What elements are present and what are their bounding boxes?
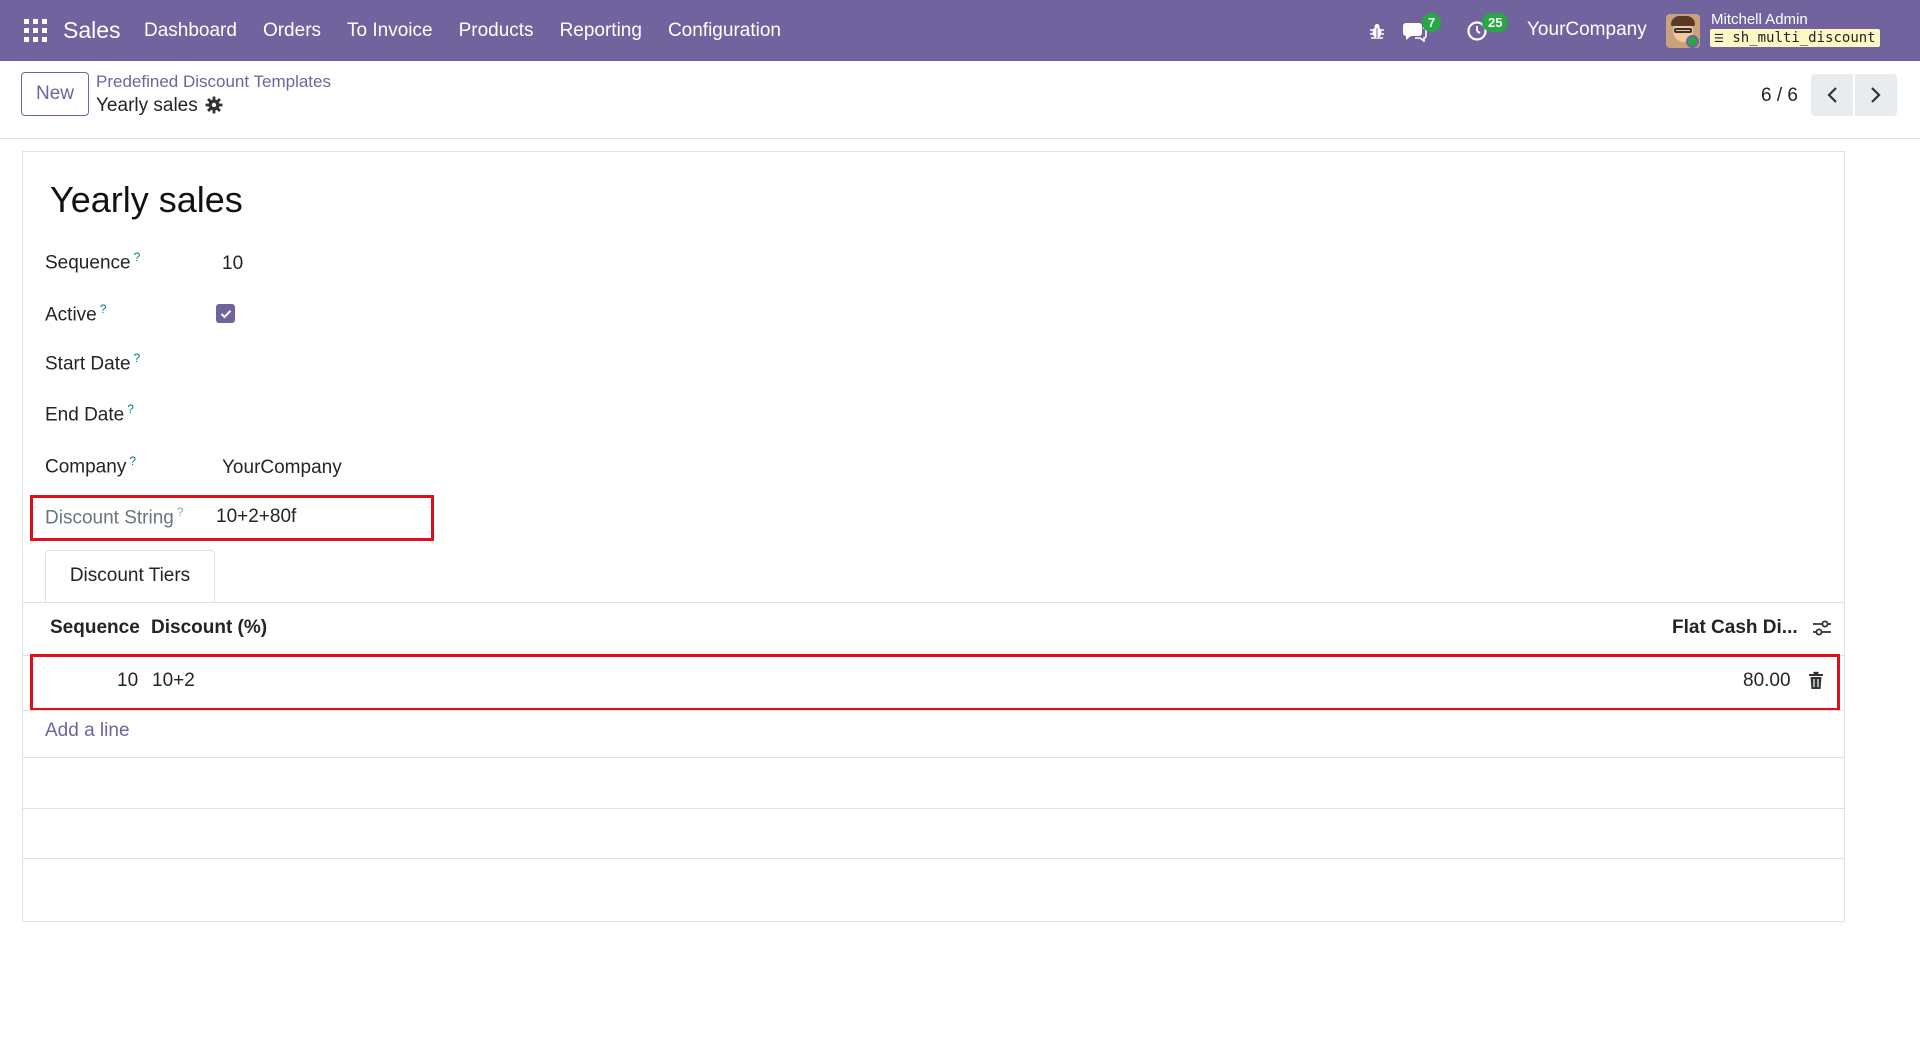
sequence-label: Sequence? [45,250,141,274]
menu-item-reporting[interactable]: Reporting [560,20,642,42]
menu-item-dashboard[interactable]: Dashboard [144,20,237,42]
help-icon[interactable]: ? [127,402,134,416]
database-name: sh_multi_discount [1732,30,1876,46]
bug-icon[interactable] [1368,0,1390,61]
discount-string-field[interactable]: 10+2+80f [216,506,296,528]
tab-divider [23,602,1844,603]
add-line-link[interactable]: Add a line [45,720,130,742]
pager-value[interactable]: 6 / 6 [1761,85,1798,107]
pager-previous-button[interactable] [1811,74,1853,116]
chevron-left-icon [1827,87,1837,103]
database-icon: ☰ [1714,32,1724,45]
record-title[interactable]: Yearly sales [50,179,243,221]
apps-icon[interactable] [24,19,47,42]
top-navbar: Sales Dashboard Orders To Invoice Produc… [0,0,1920,61]
form-sheet: Yearly sales Sequence? 10 Active? Start … [22,151,1845,922]
discount-string-label: Discount String? [45,505,184,529]
control-panel: New Predefined Discount Templates Yearly… [0,61,1920,139]
gear-icon[interactable] [205,96,223,114]
company-field[interactable]: YourCompany [222,457,342,479]
checkmark-icon [220,309,231,318]
user-name[interactable]: Mitchell Admin [1711,11,1808,28]
new-button[interactable]: New [21,72,89,116]
sequence-field[interactable]: 10 [222,253,243,275]
pager-next-button[interactable] [1855,74,1897,116]
row-divider [23,808,1844,809]
menu-item-orders[interactable]: Orders [263,20,321,42]
company-switcher[interactable]: YourCompany [1527,19,1647,41]
menu-item-configuration[interactable]: Configuration [668,20,781,42]
cell-flat-cash[interactable]: 80.00 [1743,670,1791,692]
trash-icon[interactable] [1808,671,1824,690]
main-menu: Dashboard Orders To Invoice Products Rep… [144,0,807,61]
help-icon[interactable]: ? [134,250,141,264]
help-icon[interactable]: ? [100,302,107,316]
cell-sequence[interactable]: 10 [117,670,138,692]
row-divider [23,858,1844,859]
chat-count-badge: 7 [1422,13,1442,32]
online-status-icon [1686,35,1699,48]
end-date-field[interactable] [222,399,522,429]
breadcrumb-current: Yearly sales [96,95,198,116]
column-header-sequence[interactable]: Sequence [50,617,140,639]
app-name[interactable]: Sales [63,17,121,44]
active-label: Active? [45,302,107,326]
activity-count-badge: 25 [1482,13,1509,32]
menu-item-to-invoice[interactable]: To Invoice [347,20,433,42]
start-date-field[interactable] [222,348,522,378]
row-divider [23,757,1844,758]
help-icon[interactable]: ? [129,454,136,468]
database-tag: ☰ sh_multi_discount [1710,29,1880,47]
tab-discount-tiers[interactable]: Discount Tiers [45,550,215,602]
column-header-flat-cash[interactable]: Flat Cash Di... [1672,617,1798,639]
column-settings-icon[interactable] [1812,619,1832,637]
active-checkbox[interactable] [216,304,235,323]
help-icon[interactable]: ? [134,351,141,365]
row-divider [23,710,1844,711]
end-date-label: End Date? [45,402,134,426]
breadcrumb-parent[interactable]: Predefined Discount Templates [96,72,331,92]
table-row-highlight [30,654,1840,711]
column-header-discount[interactable]: Discount (%) [151,617,267,639]
help-icon[interactable]: ? [177,505,184,519]
start-date-label: Start Date? [45,351,141,375]
menu-item-products[interactable]: Products [459,20,534,42]
cell-discount[interactable]: 10+2 [152,670,195,692]
company-label: Company? [45,454,137,478]
chevron-right-icon [1871,87,1881,103]
